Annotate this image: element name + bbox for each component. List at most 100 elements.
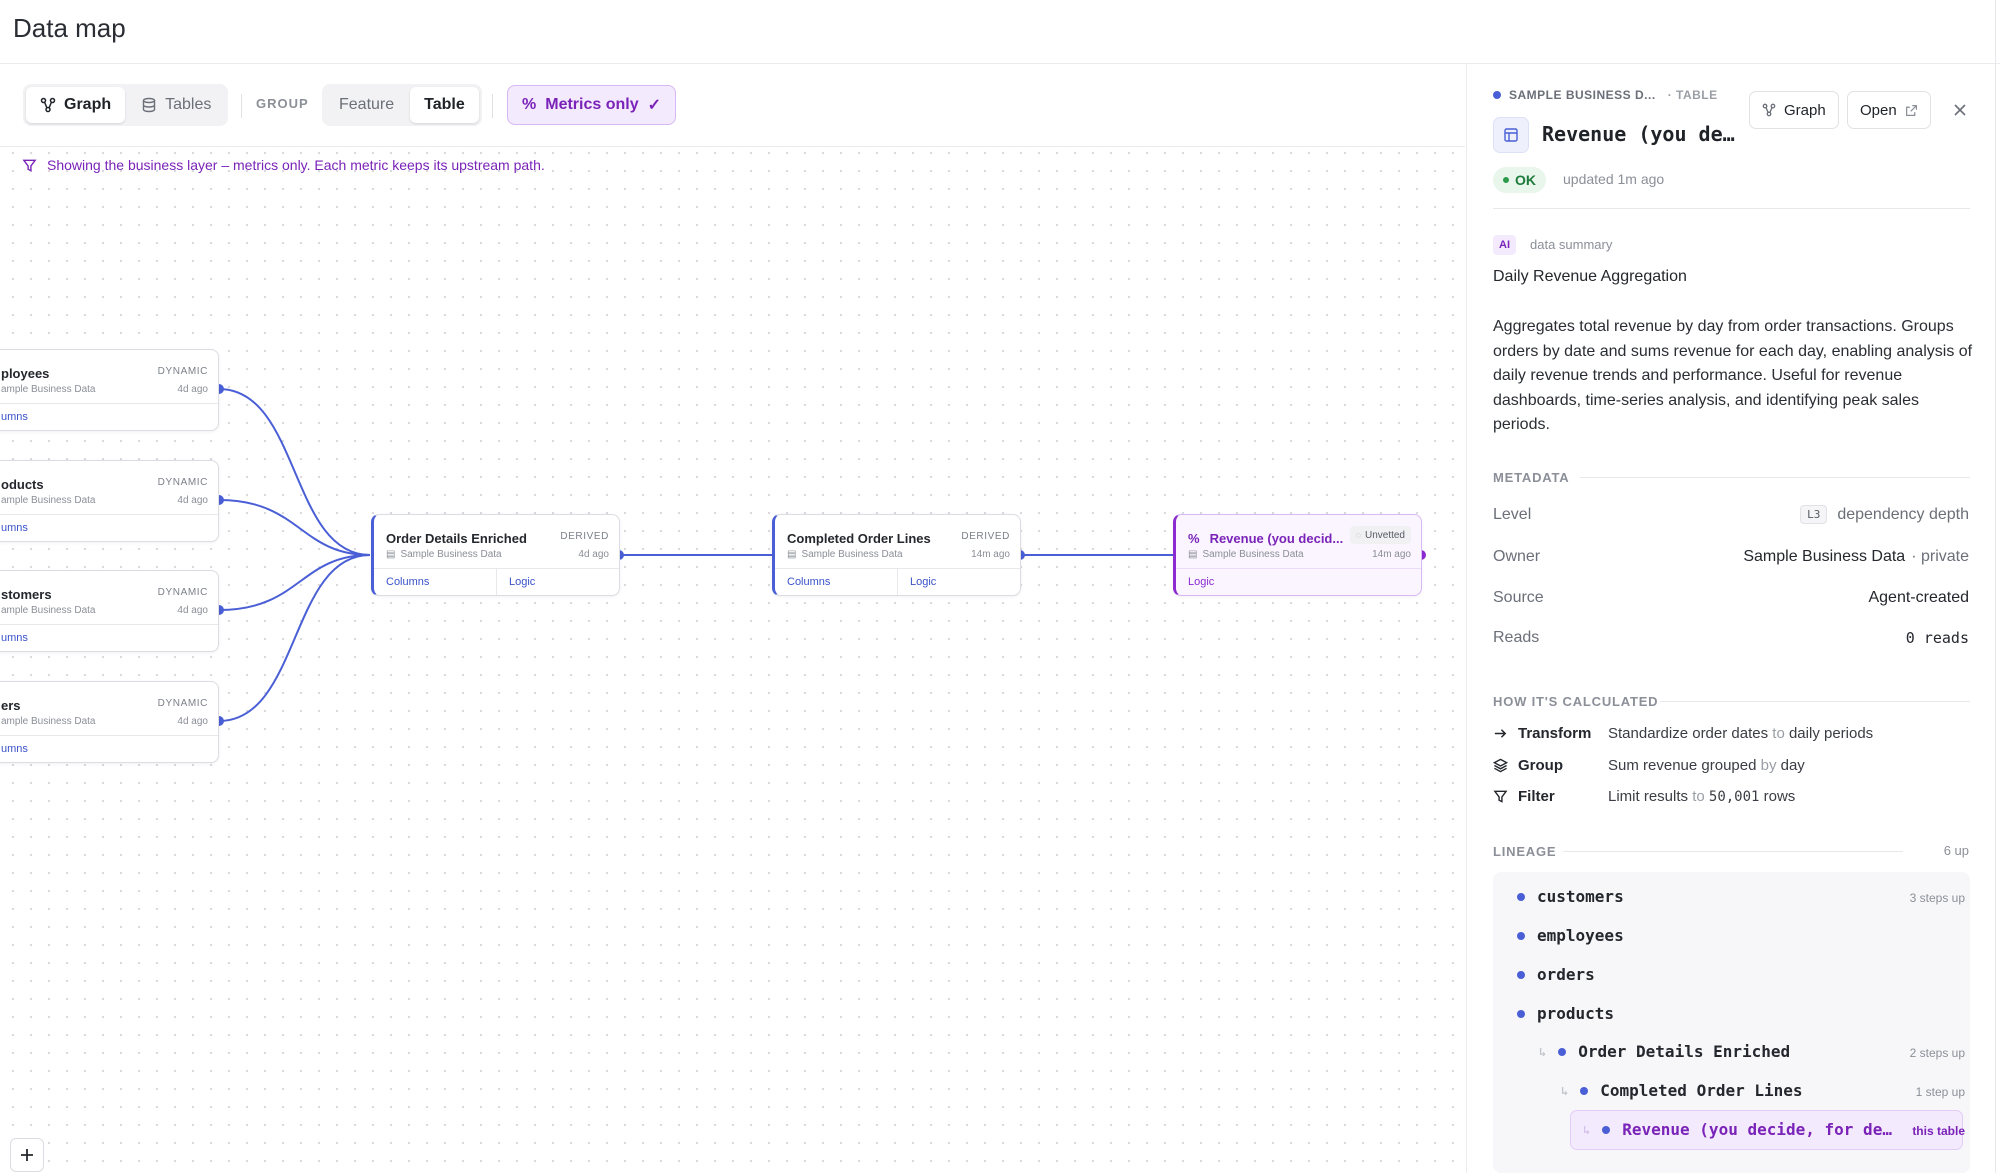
status-dot: [1517, 1009, 1525, 1018]
node-products[interactable]: oducts DYNAMIC ample Business Data 4d ag…: [0, 460, 219, 542]
node-age: 4d ago: [177, 716, 208, 727]
calc-label: Transform: [1518, 725, 1592, 742]
node-age: 14m ago: [1372, 549, 1411, 560]
node-footer: Columns Logic: [374, 568, 619, 595]
node-footer: umns: [0, 514, 218, 541]
node-name: % Revenue (you decid...: [1188, 531, 1343, 546]
node-type-tag: DYNAMIC: [157, 698, 208, 709]
node-completed-order-lines[interactable]: Completed Order Lines DERIVED ▤ Sample Bu…: [772, 514, 1021, 596]
lineage-item-name: products: [1537, 1004, 1615, 1023]
logic-link[interactable]: Logic: [897, 569, 1020, 595]
lineage-item[interactable]: products: [1517, 1004, 1614, 1023]
breadcrumb-source[interactable]: SAMPLE BUSINESS D...: [1509, 88, 1656, 102]
nested-arrow-icon: ↳: [1583, 1122, 1591, 1137]
layers-icon: [1493, 758, 1508, 773]
tables-view-label: Tables: [165, 96, 212, 113]
node-age: 14m ago: [971, 549, 1010, 560]
node-source: ▤ Sample Business Data: [386, 549, 502, 560]
owner-value: Sample Business Data · private: [1743, 548, 1969, 566]
node-age: 4d ago: [177, 384, 208, 395]
columns-link[interactable]: Columns: [374, 569, 496, 595]
tables-view-button[interactable]: Tables: [127, 87, 225, 123]
table-icon: ▤: [1188, 549, 1198, 560]
lineage-item-name: Completed Order Lines: [1600, 1081, 1803, 1100]
lineage-item[interactable]: ↳ Order Details Enriched: [1539, 1042, 1790, 1061]
node-age: 4d ago: [177, 495, 208, 506]
node-name-label: Revenue (you decid...: [1209, 531, 1344, 546]
node-footer: Columns Logic: [775, 568, 1020, 595]
divider: [1563, 851, 1903, 852]
lineage-item[interactable]: employees: [1517, 926, 1624, 945]
columns-link[interactable]: umns: [0, 404, 218, 430]
calc-step-transform: Transform Standardize order dates to dai…: [1493, 725, 1873, 742]
logic-link[interactable]: Logic: [496, 569, 619, 595]
close-button[interactable]: [1950, 100, 1970, 120]
calc-label: Filter: [1518, 788, 1555, 805]
level-description: dependency depth: [1837, 505, 1969, 523]
calculation-heading: HOW IT'S CALCULATED: [1493, 694, 1659, 709]
panel-open-button[interactable]: Open: [1847, 91, 1931, 129]
level-badge: L3: [1800, 505, 1828, 524]
group-table-button[interactable]: Table: [410, 87, 479, 123]
columns-link[interactable]: umns: [0, 515, 218, 541]
columns-link[interactable]: Columns: [775, 569, 897, 595]
table-icon: ▤: [386, 549, 396, 560]
reads-value: 0 reads: [1905, 629, 1969, 647]
status-dot: [1580, 1086, 1589, 1095]
lineage-item-name: customers: [1537, 887, 1624, 906]
group-feature-button[interactable]: Feature: [325, 87, 408, 123]
lineage-item[interactable]: ↳ Completed Order Lines: [1561, 1081, 1803, 1100]
metrics-only-filter[interactable]: % Metrics only ✓: [507, 85, 676, 125]
columns-link[interactable]: umns: [0, 625, 218, 651]
node-revenue[interactable]: % Revenue (you decid... ◌ Unvetted ▤ Sample…: [1173, 514, 1422, 596]
edge-employees: [218, 388, 371, 556]
updated-time: updated 1m ago: [1563, 171, 1665, 187]
lineage-item[interactable]: orders: [1517, 965, 1595, 984]
level-key: Level: [1493, 506, 1532, 523]
node-customers[interactable]: stomers DYNAMIC ample Business Data 4d a…: [0, 570, 219, 652]
source-value: Agent-created: [1868, 589, 1969, 606]
lineage-item[interactable]: customers: [1517, 887, 1624, 906]
panel-graph-button[interactable]: Graph: [1749, 91, 1839, 129]
status-dot: [1517, 970, 1525, 979]
source-key: Source: [1493, 589, 1544, 606]
logic-link[interactable]: Logic: [1176, 569, 1421, 595]
node-orders[interactable]: ers DYNAMIC ample Business Data 4d ago u…: [0, 681, 219, 763]
unvetted-label: Unvetted: [1364, 529, 1405, 541]
node-type-tag: DYNAMIC: [157, 477, 208, 488]
lineage-item-current[interactable]: ↳ Revenue (you decide, for de…: [1583, 1120, 1892, 1139]
ai-badge: AI: [1493, 235, 1516, 255]
node-source: ▤ Sample Business Data: [1188, 549, 1304, 560]
graph-icon: [40, 97, 56, 113]
node-age: 4d ago: [578, 549, 609, 560]
panel-breadcrumb: SAMPLE BUSINESS D... · TABLE: [1493, 88, 1718, 102]
graph-view-button[interactable]: Graph: [26, 87, 126, 123]
ai-summary-label: data summary: [1530, 237, 1613, 252]
divider: [1493, 208, 1970, 209]
calc-step-group: Group Sum revenue grouped by day: [1493, 757, 1805, 774]
toolbar-divider: [492, 94, 493, 118]
external-link-icon: [1905, 104, 1917, 116]
zoom-in-button[interactable]: [10, 1138, 44, 1172]
lineage-steps: 1 step up: [1915, 1085, 1965, 1099]
status-label: OK: [1515, 172, 1536, 188]
this-table-badge: this table: [1912, 1124, 1965, 1138]
status-dot: [1493, 91, 1501, 99]
calc-step-filter: Filter Limit results to 50,001 rows: [1493, 788, 1795, 805]
columns-link[interactable]: umns: [0, 736, 218, 762]
table-icon: ▤: [787, 549, 797, 560]
unvetted-badge: ◌ Unvetted: [1349, 526, 1411, 544]
lineage-item-name: orders: [1537, 965, 1595, 984]
group-toggle: Feature Table: [322, 84, 482, 126]
node-source-label: Sample Business Data: [801, 549, 903, 560]
divider: [1580, 477, 1970, 478]
edge-orders: [218, 554, 371, 722]
check-icon: ✓: [647, 97, 661, 114]
graph-icon: [1762, 103, 1776, 117]
pending-icon: ◌: [1355, 530, 1361, 540]
toolbar-divider: [241, 94, 242, 118]
owner-visibility: · private: [1911, 548, 1969, 565]
node-order-details-enriched[interactable]: Order Details Enriched DERIVED ▤ Sample B…: [371, 514, 620, 596]
status-dot: [1503, 177, 1509, 183]
node-employees[interactable]: ployees DYNAMIC ample Business Data 4d a…: [0, 349, 219, 431]
